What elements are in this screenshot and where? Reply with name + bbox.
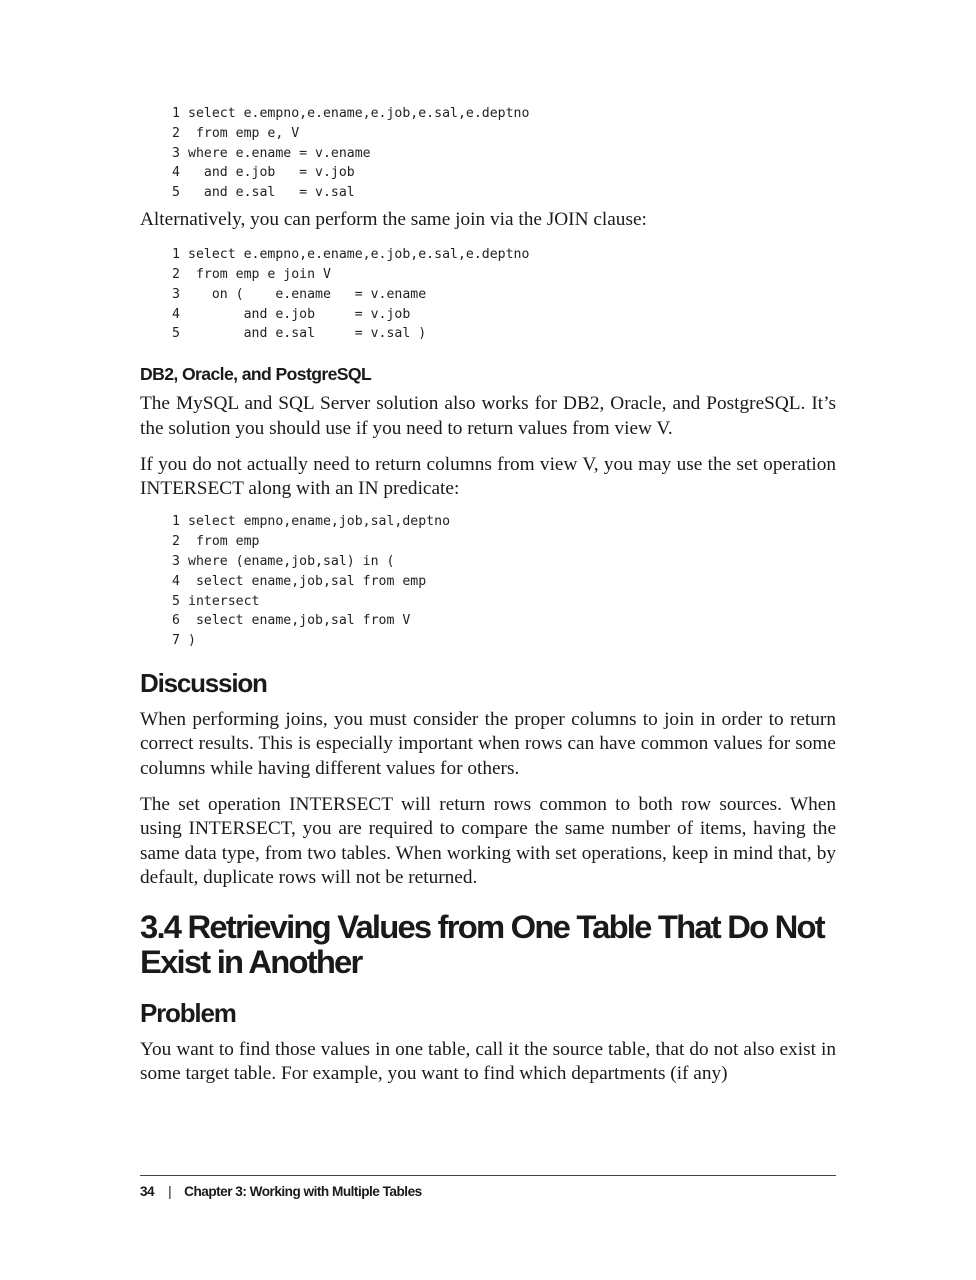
code-line-text: and e.job = v.job (188, 165, 355, 181)
code-line-text: select e.empno,e.ename,e.job,e.sal,e.dep… (188, 247, 530, 263)
code-line-number: 2 (172, 125, 180, 141)
subheading-db2-oracle-postgresql: DB2, Oracle, and PostgreSQL (140, 364, 372, 385)
code-line: 7) (172, 631, 836, 651)
code-line-number: 5 (172, 185, 180, 201)
footer-text: 34 | Chapter 3: Working with Multiple Tabl… (140, 1184, 422, 1199)
paragraph-discussion-joins: When performing joins, you must consider… (140, 709, 836, 779)
code-line-text: select empno,ename,job,sal,deptno (188, 514, 451, 530)
code-line: 2 from emp (172, 532, 836, 552)
code-block-intersect: 1 select empno,ename,job,sal,deptno 2 from… (172, 512, 836, 651)
code-line-number: 5 (172, 593, 180, 609)
section-heading-problem: Problem (140, 998, 237, 1029)
code-line-text: from emp e, V (188, 125, 300, 141)
page-number: 34 (140, 1184, 155, 1199)
paragraph-db2-solution: The MySQL and SQL Server solution also w… (140, 393, 836, 439)
code-line: 1 select empno,ename,job,sal,deptno (172, 512, 836, 532)
code-line-number: 3 (172, 286, 180, 302)
code-line-text: and e.job = v.job (188, 306, 411, 322)
code-line-number: 4 (172, 165, 180, 181)
code-block-implicit-join: 1 select e.empno,e.ename,e.job,e.sal,e.de… (172, 104, 836, 203)
code-line-number: 3 (172, 554, 180, 570)
code-line-number: 5 (172, 326, 180, 342)
code-line-number: 1 (172, 247, 180, 263)
code-line: 1 select e.empno,e.ename,e.job,e.sal,e.de… (172, 104, 836, 124)
code-line-number: 6 (172, 613, 180, 629)
footer-separator: | (168, 1184, 172, 1199)
code-line-number: 4 (172, 573, 180, 589)
code-line: 3 where e.ename = v.ename (172, 144, 836, 164)
code-line-text: where (ename,job,sal) in ( (188, 554, 395, 570)
code-line-number: 2 (172, 534, 180, 550)
page-content: 1 select e.empno,e.ename,e.job,e.sal,e.de… (140, 104, 836, 1087)
recipe-title: 3.4 Retrieving Values from One Table Tha… (140, 908, 826, 981)
code-line: 5 and e.sal = v.sal ) (172, 324, 836, 344)
code-line: 5 and e.sal = v.sal (172, 183, 836, 203)
code-line: 2 from emp e, V (172, 124, 836, 144)
code-line: 5 intersect (172, 592, 836, 612)
code-line: 6 select ename,job,sal from V (172, 611, 836, 631)
code-line-text: intersect (188, 593, 260, 609)
code-line: 4 select ename,job,sal from emp (172, 572, 836, 592)
code-line-number: 7 (172, 633, 180, 649)
section-heading-discussion: Discussion (140, 668, 268, 699)
code-line-number: 2 (172, 267, 180, 283)
code-line-text: and e.sal = v.sal (188, 185, 355, 201)
code-line-text: from emp (188, 534, 260, 550)
code-line: 4 and e.job = v.job (172, 305, 836, 325)
code-line-number: 3 (172, 145, 180, 161)
page-footer: 34 | Chapter 3: Working with Multiple Tabl… (140, 1175, 836, 1199)
code-line: 2 from emp e join V (172, 265, 836, 285)
code-line-number: 1 (172, 514, 180, 530)
paragraph-discussion-intersect: The set operation INTERSECT will return … (140, 793, 836, 888)
code-line-text: and e.sal = v.sal ) (188, 326, 427, 342)
code-line-text: select e.empno,e.ename,e.job,e.sal,e.dep… (188, 106, 530, 121)
code-line-text: on ( e.ename = v.ename (188, 286, 427, 302)
paragraph-join-clause: Alternatively, you can perform the same … (140, 208, 647, 230)
code-line-text: where e.ename = v.ename (188, 145, 371, 161)
code-line: 1 select e.empno,e.ename,e.job,e.sal,e.de… (172, 245, 836, 265)
paragraph-problem: You want to find those values in one tab… (140, 1039, 836, 1085)
code-line-number: 4 (172, 306, 180, 322)
paragraph-intersect-intro: If you do not actually need to return co… (140, 453, 836, 500)
code-block-join-clause: 1 select e.empno,e.ename,e.job,e.sal,e.de… (172, 245, 836, 344)
code-line: 3 on ( e.ename = v.ename (172, 285, 836, 305)
code-line-text: select ename,job,sal from V (188, 613, 411, 629)
code-line-text: ) (188, 633, 196, 649)
code-line-number: 1 (172, 106, 180, 121)
code-line-text: select ename,job,sal from emp (188, 573, 427, 589)
chapter-title: Chapter 3: Working with Multiple Tables (184, 1184, 422, 1199)
code-line: 4 and e.job = v.job (172, 163, 836, 183)
code-line-text: from emp e join V (188, 267, 331, 283)
code-line: 3 where (ename,job,sal) in ( (172, 552, 836, 572)
